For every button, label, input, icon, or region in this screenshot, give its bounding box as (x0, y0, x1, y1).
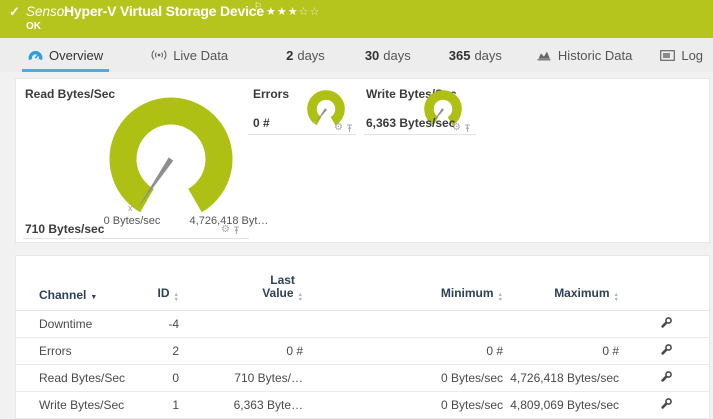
status-ok-check-icon: ✓ (9, 4, 20, 19)
gauge-icon (28, 51, 43, 61)
status-badge: OK (26, 21, 41, 32)
edit-channel-wrench-icon[interactable] (659, 370, 673, 387)
col-header-id[interactable]: ID ▲ ▼ (156, 286, 189, 302)
channel-minimum: 0 Bytes/sec (440, 398, 503, 412)
gear-icon[interactable]: ⚙ (334, 123, 343, 133)
log-icon (660, 49, 676, 61)
tab-label: days (474, 47, 502, 63)
errors-gauge-current-value: 0 # (253, 116, 270, 130)
sort-icon: ▲ ▼ (613, 292, 619, 303)
tab-number: 365 (448, 47, 471, 63)
sort-icon: ▲ ▼ (173, 292, 179, 303)
tab-30-days[interactable]: 30 days (365, 38, 411, 72)
table-row: Errors 2 0 # 0 # 0 # (16, 338, 709, 365)
table-row: Downtime -4 (16, 311, 709, 338)
tab-label: days (297, 47, 325, 63)
sort-icon: ▲ ▼ (297, 292, 303, 303)
channel-name[interactable]: Write Bytes/Sec (39, 398, 156, 412)
table-header-row: Channel ▼ ID ▲ ▼ Last Value ▲ ▼ Minimum ▲ ▼ Maxi… (16, 256, 709, 311)
tab-label: Log (681, 47, 704, 63)
priority-stars[interactable]: ★★★☆☆ (266, 5, 320, 18)
col-header-maximum[interactable]: Maximum ▲ ▼ (506, 286, 622, 302)
flag-icon[interactable]: ⚐ (254, 1, 262, 12)
channel-name[interactable]: Downtime (39, 317, 156, 331)
tab-label: Overview (49, 47, 104, 63)
historic-chart-icon (537, 51, 551, 61)
channel-id: 1 (172, 398, 179, 412)
channel-minimum: 0 # (486, 344, 503, 358)
tab-overview[interactable]: Overview (22, 38, 110, 72)
channel-last-value: 0 # (286, 344, 303, 358)
tab-bar: Overview Live Data 2 days 30 days 365 da… (0, 38, 713, 72)
object-kind-label: Sensor (26, 4, 69, 19)
gauge-current-marker: x (128, 203, 133, 213)
cell-divider (23, 238, 249, 239)
read-gauge (109, 97, 233, 213)
cell-divider (248, 134, 356, 135)
channel-last-value: 6,363 Byte… (233, 398, 303, 412)
channel-maximum: 4,809,069 Bytes/sec (510, 398, 619, 412)
tab-historic-data[interactable]: Historic Data (536, 38, 632, 72)
channel-name[interactable]: Errors (39, 344, 156, 358)
sensor-header: ✓ Sensor Hyper-V Virtual Storage Device … (0, 0, 713, 38)
tab-live-data[interactable]: Live Data (151, 38, 228, 72)
channel-maximum: 4,726,418 Bytes/sec (510, 371, 619, 385)
gauges-panel: Read Bytes/Sec x 0 Bytes/sec 4,726,418 B… (15, 78, 710, 243)
stars-filled: ★★★ (266, 6, 299, 18)
channel-name[interactable]: Read Bytes/Sec (39, 371, 156, 385)
edit-channel-wrench-icon[interactable] (659, 343, 673, 360)
errors-gauge-tools[interactable]: ⚙ (334, 123, 353, 133)
channel-id: 2 (172, 344, 179, 358)
tab-label: days (383, 47, 411, 63)
pin-icon[interactable] (464, 123, 471, 133)
read-gauge-tools[interactable]: ⚙ (221, 225, 240, 235)
col-header-channel[interactable]: Channel ▼ (39, 288, 156, 302)
sort-icon: ▲ ▼ (497, 292, 503, 303)
edit-channel-wrench-icon[interactable] (659, 316, 673, 333)
tab-number: 2 (286, 47, 294, 63)
channels-panel: Channel ▼ ID ▲ ▼ Last Value ▲ ▼ Minimum ▲ ▼ Maxi… (15, 255, 710, 419)
tab-365-days[interactable]: 365 days (449, 38, 502, 72)
edit-channel-wrench-icon[interactable] (659, 397, 673, 414)
channel-id: -4 (168, 317, 179, 331)
cell-divider (364, 134, 476, 135)
pin-icon[interactable] (346, 123, 353, 133)
tab-2-days[interactable]: 2 days (286, 38, 325, 72)
errors-gauge-title: Errors (253, 87, 290, 101)
gear-icon[interactable]: ⚙ (221, 225, 230, 235)
read-gauge-current-value: 710 Bytes/sec (25, 222, 105, 236)
channel-minimum: 0 Bytes/sec (440, 371, 503, 385)
channel-last-value: 710 Bytes/… (234, 371, 303, 385)
write-gauge-tools[interactable]: ⚙ (452, 123, 471, 133)
gear-icon[interactable]: ⚙ (452, 123, 461, 133)
tab-label: Historic Data (557, 47, 633, 63)
write-gauge-current-value: 6,363 Bytes/sec (366, 116, 456, 130)
col-header-last-value[interactable]: Last Value ▲ ▼ (189, 274, 306, 302)
pin-icon[interactable] (233, 225, 240, 235)
sensor-title: Hyper-V Virtual Storage Device (64, 3, 264, 19)
sort-desc-icon: ▼ (90, 294, 98, 301)
channel-maximum: 0 # (602, 344, 619, 358)
col-header-minimum[interactable]: Minimum ▲ ▼ (306, 286, 506, 302)
tab-label: Live Data (173, 47, 229, 63)
live-data-icon (151, 50, 167, 60)
channel-id: 0 (172, 371, 179, 385)
table-row: Write Bytes/Sec 1 6,363 Byte… 0 Bytes/se… (16, 392, 709, 419)
stars-empty: ☆☆ (298, 6, 321, 18)
tab-log[interactable]: Log (660, 38, 703, 72)
tab-number: 30 (364, 47, 380, 63)
table-row: Read Bytes/Sec 0 710 Bytes/… 0 Bytes/sec… (16, 365, 709, 392)
